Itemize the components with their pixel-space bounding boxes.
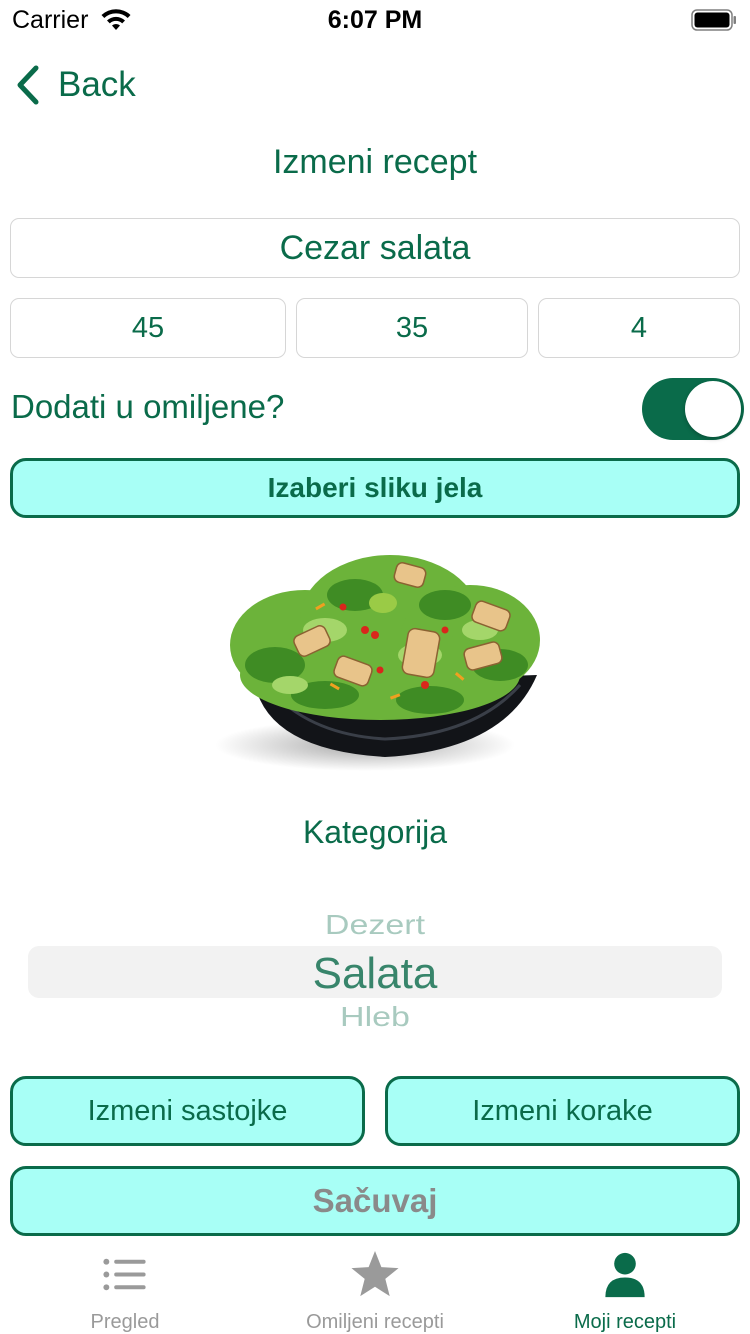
battery-icon — [691, 9, 736, 31]
favorite-toggle[interactable] — [642, 378, 744, 440]
picker-option[interactable]: Dezert — [0, 910, 750, 942]
tab-pregled[interactable]: Pregled — [0, 1244, 250, 1334]
status-time: 6:07 PM — [327, 6, 423, 34]
tab-omiljeni-recepti[interactable]: Omiljeni recepti — [250, 1244, 500, 1334]
page-title: Izmeni recept — [272, 143, 478, 181]
back-label: Back — [58, 65, 136, 104]
tab-label: Pregled — [90, 1311, 160, 1333]
list-icon — [103, 1258, 146, 1291]
picker-option[interactable]: Hleb — [0, 1001, 750, 1031]
dish-image[interactable] — [215, 535, 545, 775]
tab-moji-recepti[interactable]: Moji recepti — [500, 1244, 750, 1334]
toggle-knob — [685, 381, 741, 437]
chevron-left-icon — [17, 65, 39, 105]
number-field-1[interactable]: 45 — [10, 298, 286, 358]
number-field-2[interactable]: 35 — [296, 298, 528, 358]
back-button[interactable]: Back — [14, 60, 136, 110]
number-field-3[interactable]: 4 — [538, 298, 740, 358]
picker-option-selected[interactable]: Salata — [0, 949, 750, 999]
favorite-label: Dodati u omiljene? — [11, 388, 285, 425]
tab-label: Omiljeni recepti — [306, 1311, 444, 1333]
recipe-name-field[interactable]: Cezar salata — [10, 218, 740, 278]
edit-ingredients-button[interactable]: Izmeni sastojke — [10, 1076, 365, 1146]
category-label: Kategorija — [302, 814, 448, 850]
pick-image-button[interactable]: Izaberi sliku jela — [10, 458, 740, 518]
star-icon — [351, 1250, 399, 1297]
save-button[interactable]: Sačuvaj — [10, 1166, 740, 1236]
person-icon — [605, 1252, 645, 1298]
tab-label: Moji recepti — [573, 1311, 677, 1333]
edit-steps-button[interactable]: Izmeni korake — [385, 1076, 740, 1146]
